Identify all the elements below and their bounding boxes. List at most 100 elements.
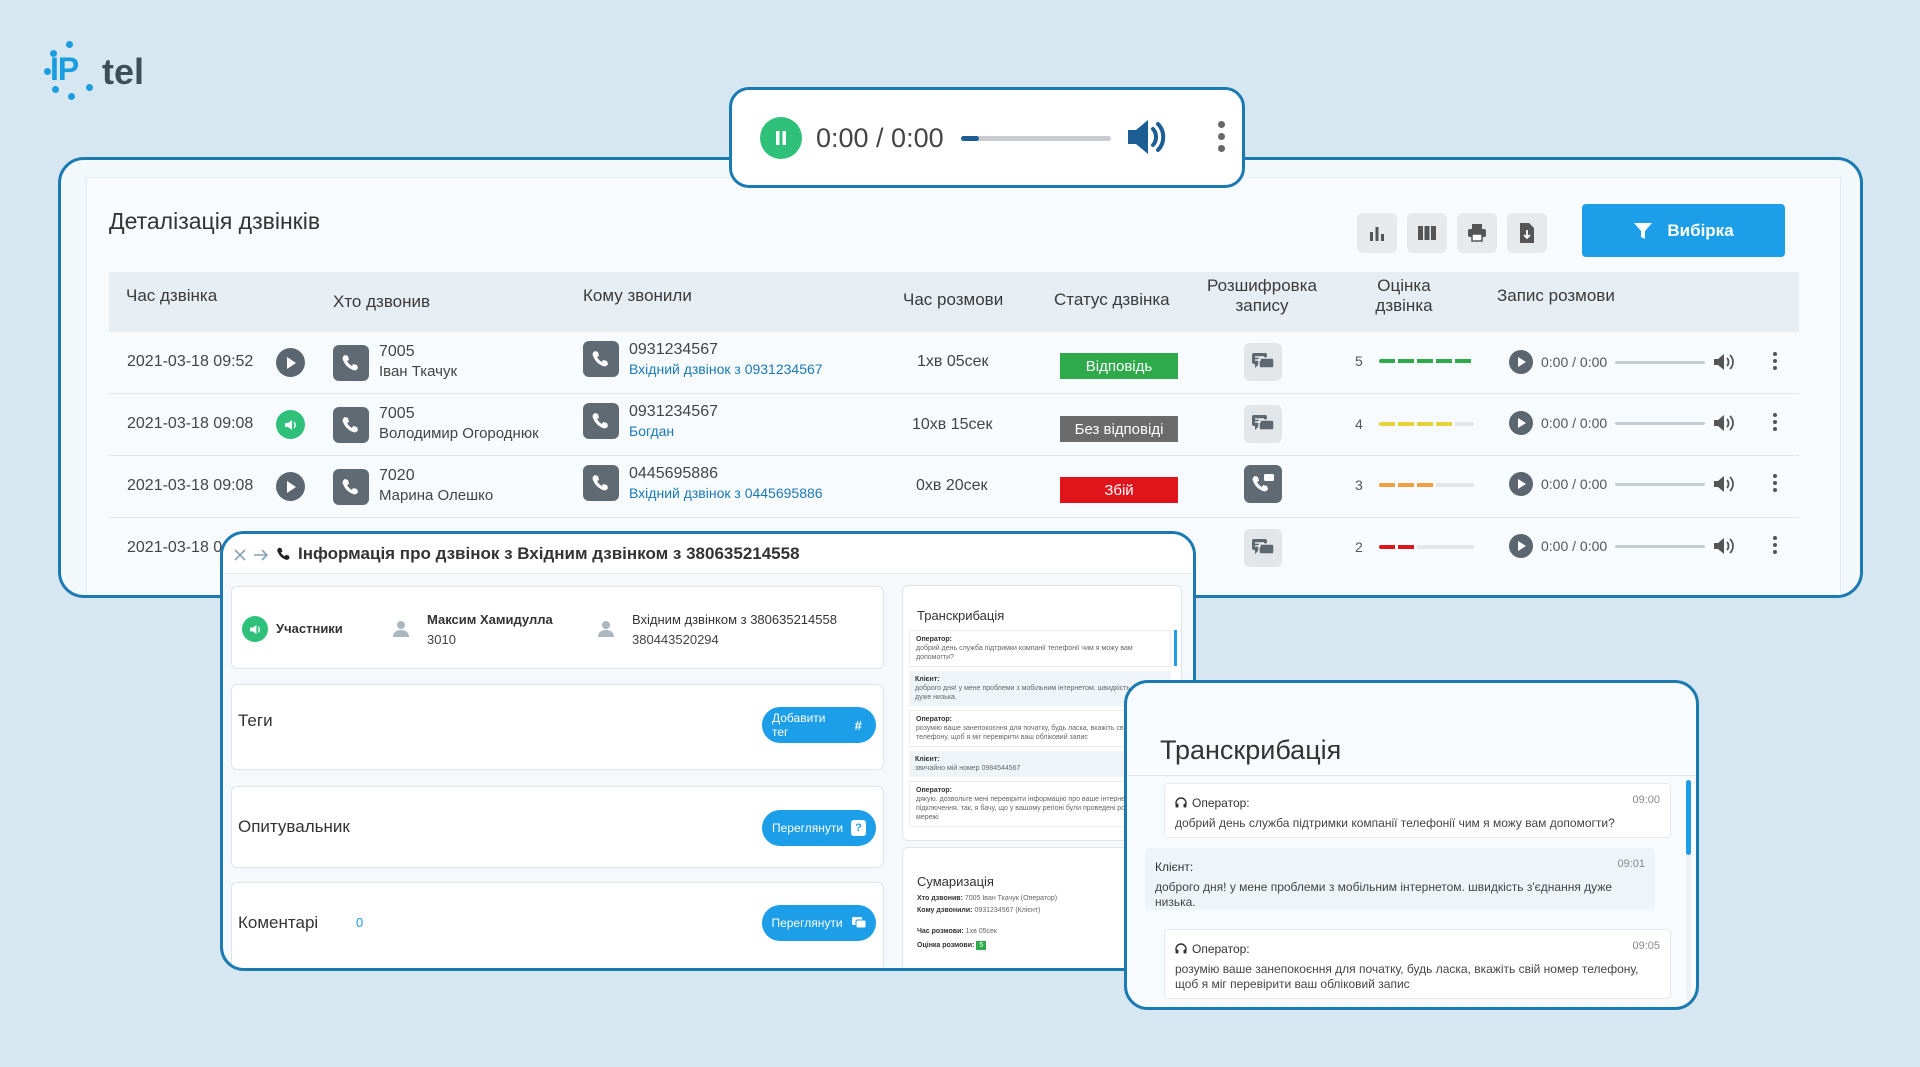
score-bar: [1379, 359, 1474, 363]
filter-icon: [1634, 222, 1653, 239]
play-icon[interactable]: [1509, 472, 1533, 496]
play-icon[interactable]: [276, 348, 305, 377]
callee-link[interactable]: Вхідний дзвінок з 0931234567: [629, 361, 823, 377]
player-progress-fill: [961, 136, 979, 141]
caller-name: Володимир Огороднюк: [379, 425, 539, 442]
view-comments-button[interactable]: Переглянути: [762, 905, 876, 941]
record-time: 0:00 / 0:00: [1541, 415, 1608, 431]
iptel-logo: IP tel: [38, 38, 144, 102]
hash-icon: #: [854, 717, 862, 733]
user-icon: [393, 621, 409, 637]
call-time: 2021-03-18 09:08: [127, 477, 254, 494]
mini-message: Оператор: добрий день служба підтримки ко…: [909, 630, 1171, 667]
volume-icon[interactable]: [1713, 414, 1735, 432]
user-icon: [598, 621, 614, 637]
play-icon[interactable]: [1509, 411, 1533, 435]
caller-number: 7005: [379, 343, 415, 360]
table-row[interactable]: 2021-03-18 09:08 7005 Володимир Огородню…: [109, 395, 1799, 456]
close-icon[interactable]: [233, 548, 247, 562]
record-progress[interactable]: [1615, 421, 1706, 425]
audio-player[interactable]: 0:00 / 0:00: [1509, 411, 1735, 435]
phone-icon: [583, 403, 619, 439]
phone-icon: [583, 465, 619, 501]
chart-icon[interactable]: [1357, 213, 1397, 253]
caller-name: Марина Олешко: [379, 487, 494, 504]
table-row[interactable]: 2021-03-18 09:08 7020 Марина Олешко 0445…: [109, 457, 1799, 518]
player-progress[interactable]: [961, 136, 1111, 141]
header-score[interactable]: Оцінка дзвінка: [1359, 276, 1449, 316]
tags-block: Теги Добавити тег #: [231, 684, 884, 770]
play-icon[interactable]: [1509, 350, 1533, 374]
survey-label: Опитувальник: [238, 817, 350, 836]
columns-icon[interactable]: [1407, 213, 1447, 253]
more-icon[interactable]: [1773, 536, 1777, 554]
score-value: 5: [1355, 353, 1363, 369]
record-progress[interactable]: [1615, 482, 1706, 486]
print-icon[interactable]: [1457, 213, 1497, 253]
more-icon[interactable]: [1773, 352, 1777, 370]
call-time: 2021-03-18 09:52: [127, 353, 254, 370]
record-progress[interactable]: [1615, 544, 1706, 548]
filter-button[interactable]: Вибірка: [1582, 204, 1785, 257]
add-tag-button[interactable]: Добавити тег #: [762, 707, 876, 743]
phone-icon: [333, 407, 369, 443]
caller-number: 7020: [379, 467, 415, 484]
transcript-icon[interactable]: [1244, 529, 1282, 567]
header-duration[interactable]: Час розмови: [903, 290, 1003, 310]
audio-player-large[interactable]: 0:00 / 0:00: [729, 87, 1245, 188]
comment-icon: [851, 915, 867, 931]
record-progress[interactable]: [1615, 360, 1706, 364]
transcript-message: Клієнт: 09:01 доброго дня! у мене пробле…: [1145, 848, 1655, 910]
transcript-icon[interactable]: [1244, 405, 1282, 443]
more-icon[interactable]: [1773, 474, 1777, 492]
question-icon: ?: [851, 820, 866, 836]
audio-player[interactable]: 0:00 / 0:00: [1509, 472, 1735, 496]
callee-link[interactable]: Вхідний дзвінок з 0445695886: [629, 485, 823, 501]
mini-scrollbar[interactable]: [1174, 630, 1177, 666]
transcription-panel: Транскрибація Оператор: 09:00 добрий ден…: [1124, 680, 1699, 1010]
volume-icon[interactable]: [1713, 353, 1735, 371]
status-badge: Збій: [1060, 477, 1178, 503]
comments-label: Коментарі: [238, 913, 319, 932]
voice-transcript-icon[interactable]: [1244, 465, 1282, 503]
callee-number: 0931234567: [629, 341, 718, 358]
transcript-icon[interactable]: [1244, 343, 1282, 381]
participant-number: 3010: [427, 632, 456, 647]
more-icon[interactable]: [1218, 121, 1225, 152]
play-icon[interactable]: [276, 472, 305, 501]
header-time[interactable]: Час дзвінка: [126, 286, 217, 306]
transcript-scrollbar[interactable]: [1686, 780, 1691, 1000]
phone-icon: [583, 341, 619, 377]
table-row[interactable]: 2021-03-18 09:52 7005 Іван Ткачук 093123…: [109, 333, 1799, 394]
header-callee[interactable]: Кому звонили: [583, 286, 692, 306]
callee-link[interactable]: Богдан: [629, 423, 674, 439]
volume-icon[interactable]: [1713, 475, 1735, 493]
logo-mark: IP: [38, 38, 106, 102]
call-duration: 0хв 20сек: [916, 477, 988, 494]
participants-block: Участники Максим Хамидулла 3010 Вхідним …: [231, 586, 884, 669]
header-decode[interactable]: Розшифровка запису: [1207, 276, 1317, 316]
audio-player[interactable]: 0:00 / 0:00: [1509, 534, 1735, 558]
more-icon[interactable]: [1773, 413, 1777, 431]
export-icon[interactable]: [1507, 213, 1547, 253]
play-icon[interactable]: [1509, 534, 1533, 558]
dialog-title: Інформація про дзвінок з Вхідним дзвінко…: [298, 544, 800, 563]
pause-button[interactable]: [760, 117, 802, 159]
volume-icon[interactable]: [1126, 118, 1168, 161]
table-header: Час дзвінка Хто дзвонив Кому звонили Час…: [109, 272, 1799, 332]
status-badge: Без відповіді: [1060, 416, 1178, 442]
header-status[interactable]: Статус дзвінка: [1054, 290, 1170, 310]
score-bar: [1379, 545, 1474, 549]
tags-label: Теги: [238, 711, 273, 730]
header-caller[interactable]: Хто дзвонив: [333, 292, 430, 312]
speaker-icon[interactable]: [276, 410, 305, 439]
arrow-right-icon[interactable]: [253, 548, 269, 562]
view-survey-button[interactable]: Переглянути?: [762, 810, 876, 846]
participants-label: Участники: [276, 621, 343, 636]
volume-icon[interactable]: [1713, 537, 1735, 555]
logo-text: tel: [102, 51, 145, 92]
callee-number: 0445695886: [629, 465, 718, 482]
audio-player[interactable]: 0:00 / 0:00: [1509, 350, 1735, 374]
header-record[interactable]: Запис розмови: [1497, 286, 1615, 306]
score-value: 4: [1355, 416, 1363, 432]
